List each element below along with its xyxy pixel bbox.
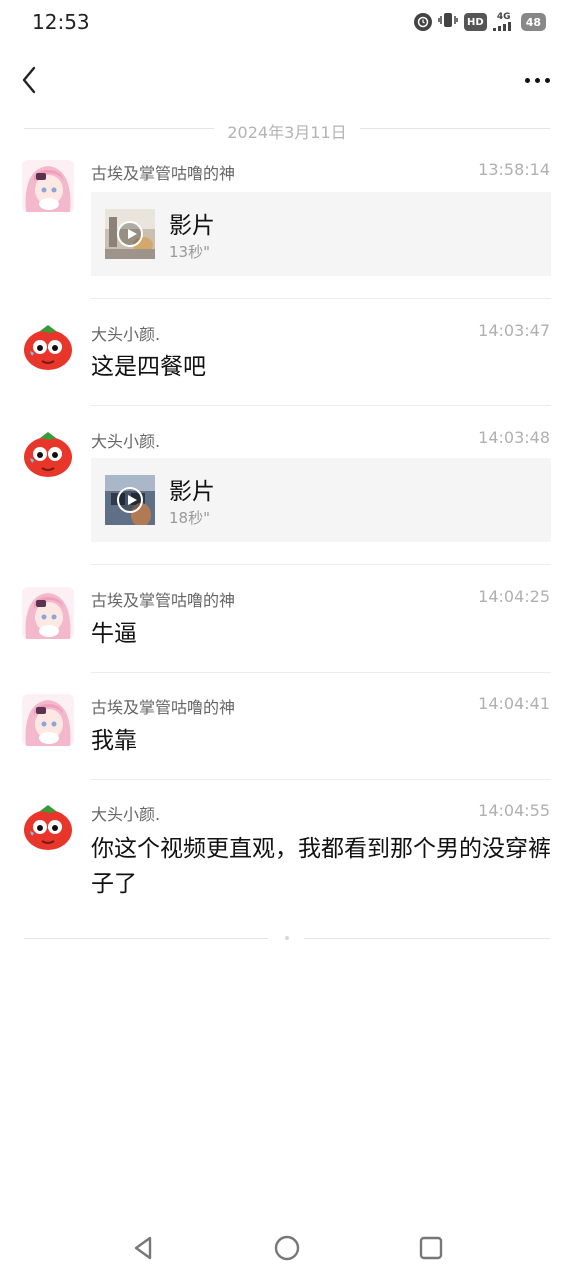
video-duration: 13秒" <box>169 243 210 261</box>
video-thumbnail <box>105 475 155 525</box>
status-bar: 12:53 HD 4G 48 <box>0 0 574 44</box>
date-label: 2024年3月11日 <box>227 123 347 142</box>
divider-dot <box>285 936 289 940</box>
status-icons: HD 4G 48 <box>414 11 546 33</box>
message-time: 14:03:47 <box>478 321 550 340</box>
message-separator <box>91 405 551 406</box>
message-time: 14:04:41 <box>478 694 550 713</box>
anime-girl-avatar-icon <box>22 694 74 746</box>
video-title: 影片 <box>169 479 215 505</box>
message-time: 14:03:48 <box>478 428 550 447</box>
chat-header <box>0 50 574 110</box>
divider-line <box>304 938 550 939</box>
sender-name: 大头小颜. <box>91 432 161 451</box>
sender-name: 大头小颜. <box>91 325 161 344</box>
recents-square-icon[interactable] <box>417 1234 445 1262</box>
tomato-avatar-icon <box>24 325 72 370</box>
video-thumbnail <box>105 209 155 259</box>
status-time: 12:53 <box>32 10 90 34</box>
video-card[interactable]: 影片 13秒" <box>91 192 551 276</box>
message-separator <box>91 779 551 780</box>
tomato-avatar-icon <box>24 432 72 477</box>
video-title: 影片 <box>169 213 215 239</box>
hd-icon: HD <box>464 13 487 31</box>
message-separator <box>91 672 551 673</box>
tomato-avatar-icon <box>24 805 72 850</box>
sender-name: 古埃及掌管咕噜的神 <box>91 698 236 717</box>
avatar[interactable] <box>22 321 74 373</box>
message-text: 这是四餐吧 <box>91 354 206 380</box>
anime-girl-avatar-icon <box>22 160 74 212</box>
alarm-icon <box>414 13 433 31</box>
vibrate-icon <box>438 11 458 33</box>
video-card[interactable]: 影片 18秒" <box>91 458 551 542</box>
date-divider: 2024年3月11日 <box>24 117 550 142</box>
avatar[interactable] <box>22 587 74 639</box>
sender-name: 古埃及掌管咕噜的神 <box>91 591 236 610</box>
anime-girl-avatar-icon <box>22 587 74 639</box>
end-divider <box>24 936 550 942</box>
message-text: 我靠 <box>91 728 137 754</box>
back-triangle-icon[interactable] <box>130 1234 158 1262</box>
more-dots-icon[interactable] <box>525 78 550 83</box>
message-time: 14:04:25 <box>478 587 550 606</box>
message-time: 14:04:55 <box>478 801 550 820</box>
system-nav-bar <box>0 1220 574 1280</box>
message-separator <box>91 298 551 299</box>
avatar[interactable] <box>22 801 74 853</box>
message-text: 牛逼 <box>91 621 137 647</box>
play-icon <box>117 221 143 247</box>
message-separator <box>91 564 551 565</box>
home-circle-icon[interactable] <box>273 1234 301 1262</box>
sender-name: 大头小颜. <box>91 805 161 824</box>
sender-name: 古埃及掌管咕噜的神 <box>91 164 236 183</box>
network-label: 4G <box>496 12 511 22</box>
video-duration: 18秒" <box>169 509 210 527</box>
message-text: 你这个视频更直观，我都看到那个男的没穿裤子了 <box>91 836 551 897</box>
avatar[interactable] <box>22 694 74 746</box>
divider-line <box>24 938 268 939</box>
play-icon <box>117 487 143 513</box>
divider-line <box>360 128 550 129</box>
avatar[interactable] <box>22 160 74 212</box>
chevron-left-icon[interactable] <box>18 64 42 96</box>
avatar[interactable] <box>22 428 74 480</box>
signal-4g-icon: 4G <box>492 12 515 31</box>
battery-icon: 48 <box>520 13 546 31</box>
message-time: 13:58:14 <box>478 160 550 179</box>
